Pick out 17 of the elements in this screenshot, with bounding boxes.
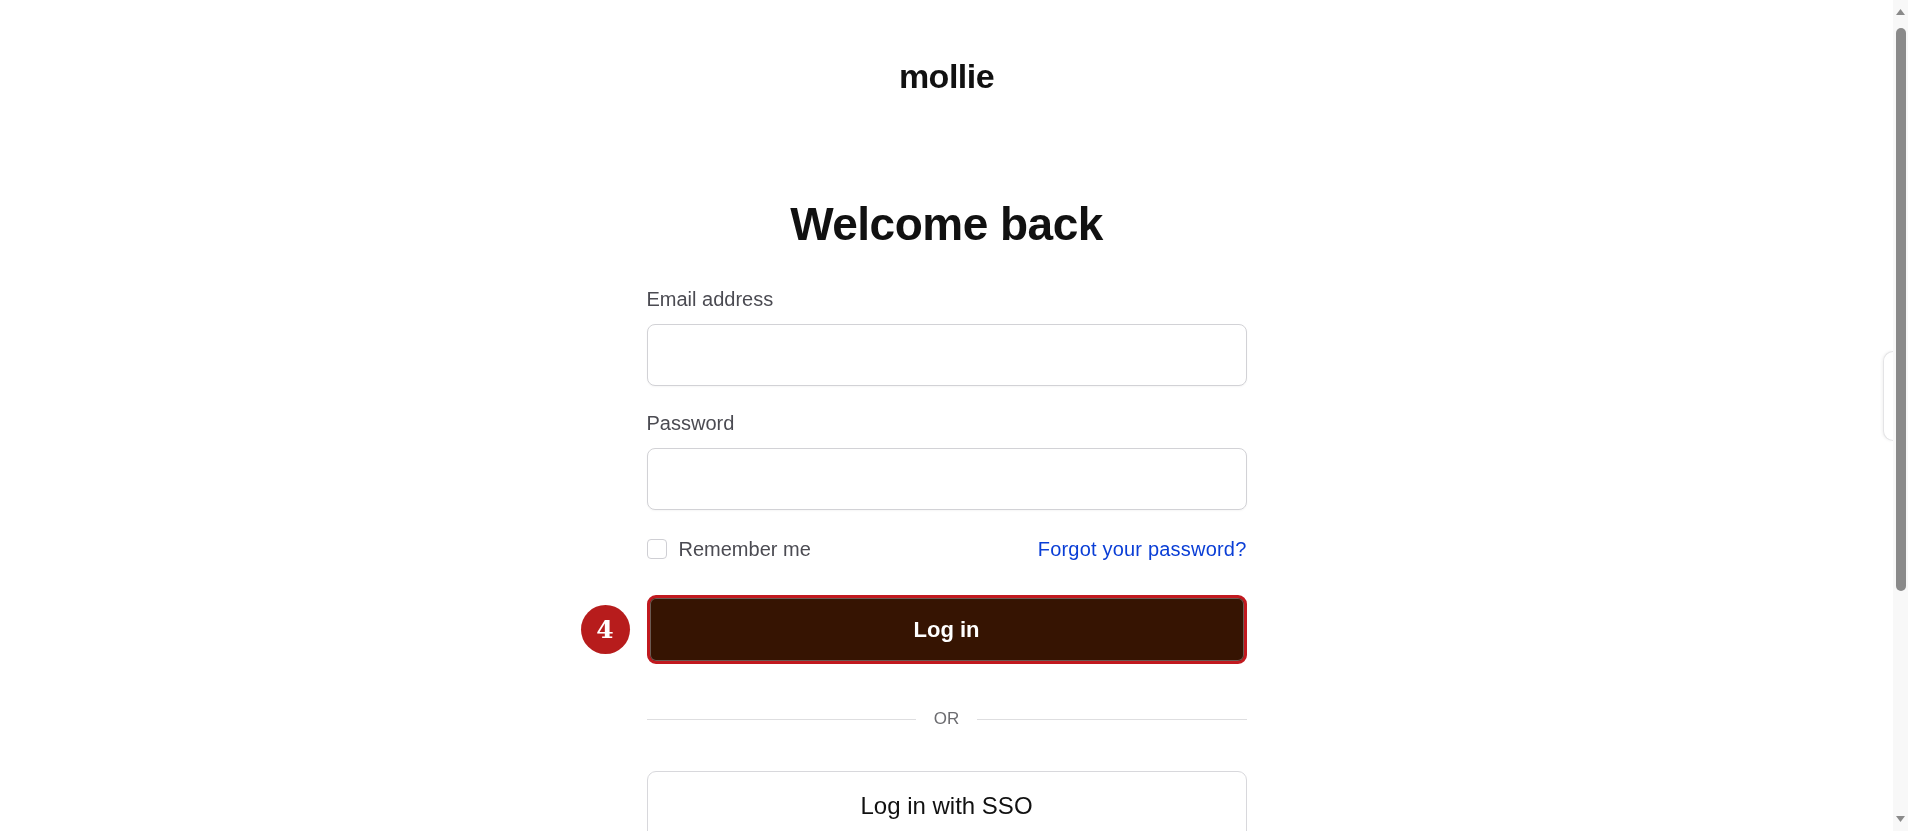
divider-label: OR [933,708,960,730]
page-heading: Welcome back [789,197,1104,252]
step-marker: 4 [580,605,630,654]
forgot-password-link[interactable]: Forgot your password? [1037,537,1247,561]
sso-login-button[interactable]: Log in with SSO [646,771,1247,831]
scroll-down-icon[interactable] [1896,816,1905,822]
input-field[interactable] [646,324,1247,386]
side-tab[interactable] [1883,351,1893,441]
input-field[interactable] [646,448,1247,510]
login-button[interactable]: Log in [646,595,1247,664]
scroll-up-icon[interactable] [1896,9,1905,15]
logo-wordmark: mollie [898,56,995,96]
scrollbar-thumb[interactable] [1895,28,1906,591]
remember-checkbox[interactable] [646,539,667,559]
checkbox-label: Remember me [678,537,811,561]
field-label: Email address [646,287,774,311]
field-label: Password [646,411,735,435]
